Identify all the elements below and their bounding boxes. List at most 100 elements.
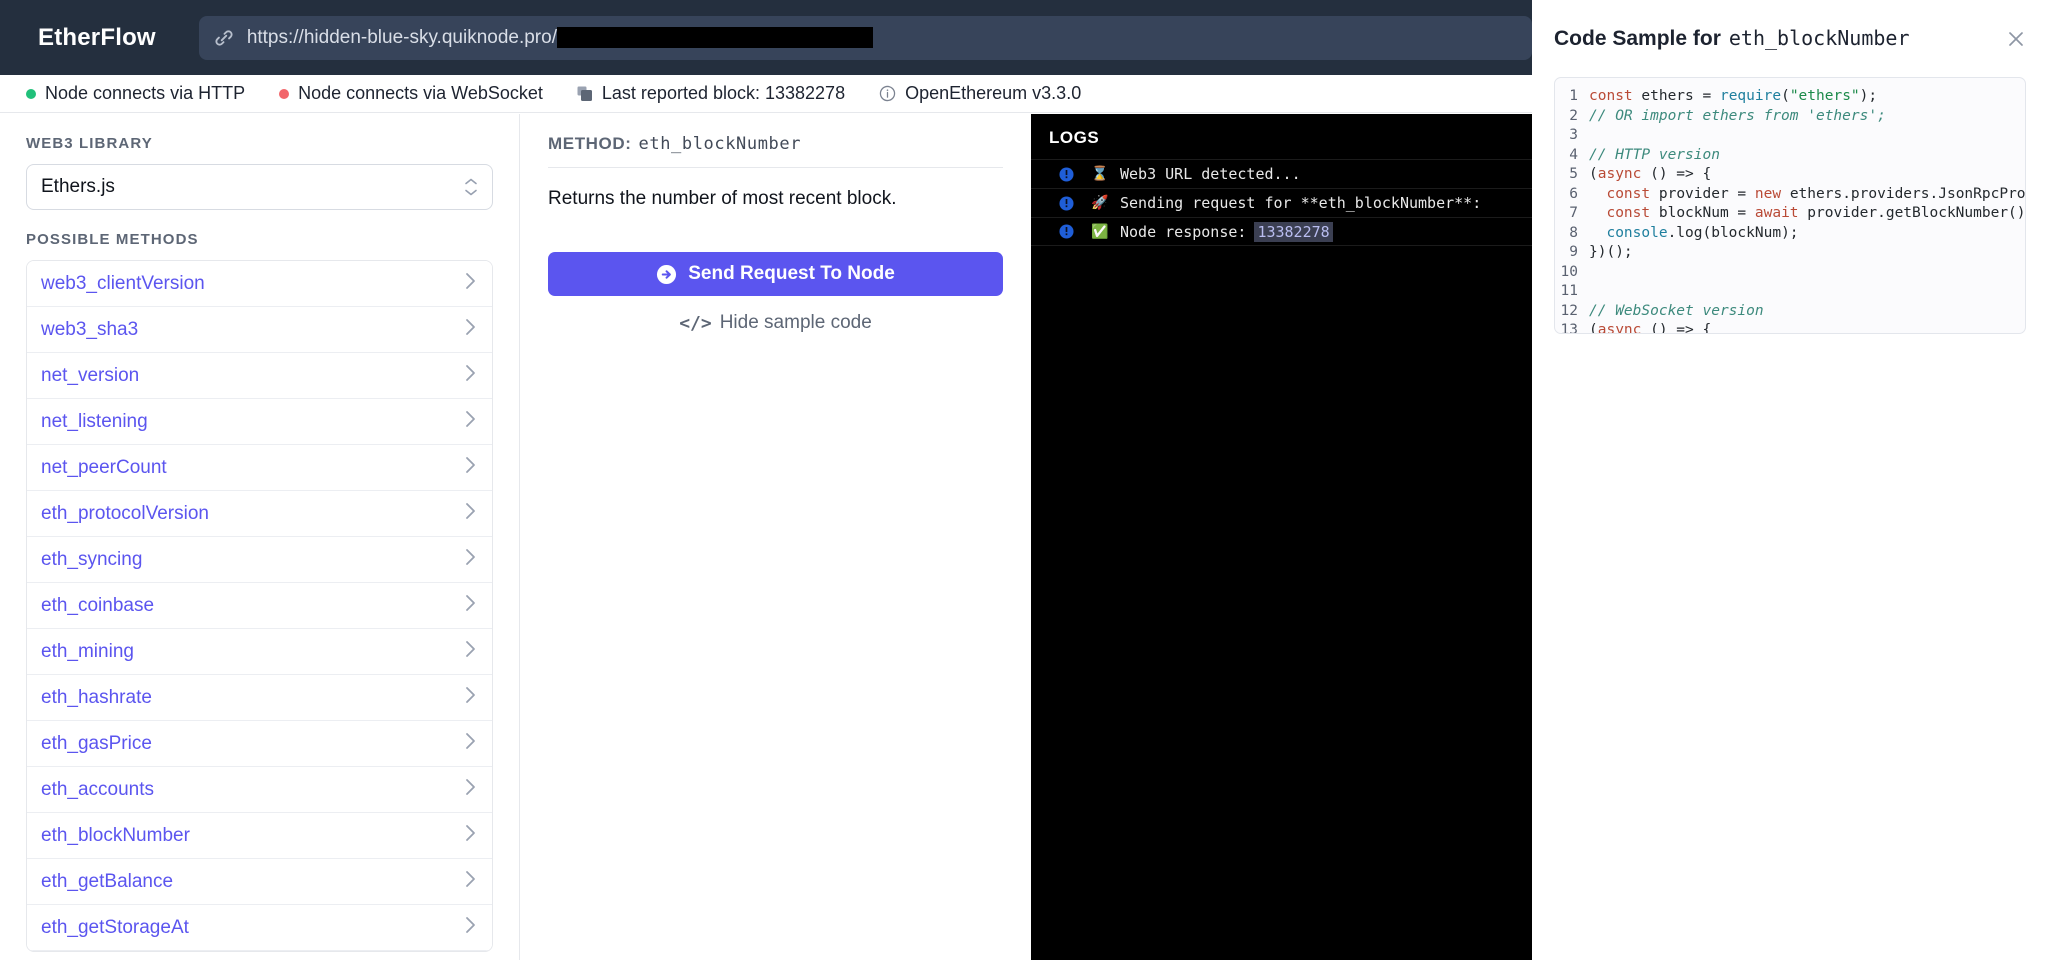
code-line: 11: [1555, 282, 2025, 302]
method-row[interactable]: eth_mining: [27, 629, 492, 675]
log-level-info-icon: [1059, 166, 1074, 182]
method-description: Returns the number of most recent block.: [548, 188, 897, 209]
chevron-right-icon: [465, 732, 476, 755]
app-root: EtherFlow https://hidden-blue-sky.quikno…: [0, 0, 2048, 960]
logs-list: ⌛ Web3 URL detected... 🚀 Sending request fo…: [1031, 159, 1532, 246]
method-name-label: eth_blockNumber: [638, 134, 802, 154]
code-line: 10: [1555, 263, 2025, 283]
code-line-content: const provider = new ethers.providers.Js…: [1606, 185, 2025, 202]
code-sample-title: Code Sample for eth_blockNumber: [1554, 26, 1910, 51]
code-line: 3: [1555, 126, 2025, 146]
code-line: 6 const provider = new ethers.providers.…: [1555, 185, 2025, 205]
url-redaction: [556, 27, 873, 48]
web3-library-value: Ethers.js: [41, 176, 115, 197]
last-block-label: Last reported block: 13382278: [601, 83, 846, 103]
code-line-content: console.log(blockNum);: [1606, 224, 1799, 241]
method-row[interactable]: net_version: [27, 353, 492, 399]
chevron-right-icon: [465, 778, 476, 801]
method-row-label: net_peerCount: [41, 456, 167, 478]
methods-list: web3_clientVersion web3_sha3 net_versionne…: [26, 260, 493, 952]
method-row-label: eth_gasPrice: [41, 732, 152, 754]
possible-methods-label: POSSIBLE METHODS: [26, 231, 199, 248]
code-line-number: 6: [1569, 185, 1578, 202]
log-message: Sending request for **eth_blockNumber**:: [1120, 194, 1482, 212]
chevron-right-icon: [465, 686, 476, 709]
log-status-emoji: 🚀: [1091, 195, 1109, 211]
node-url-input[interactable]: https://hidden-blue-sky.quiknode.pro/: [198, 15, 1532, 60]
log-response-value: 13382278: [1254, 221, 1333, 242]
arrow-right-circle-icon: [656, 264, 677, 285]
send-request-button[interactable]: Send Request To Node: [548, 252, 1003, 296]
method-row[interactable]: eth_coinbase: [27, 583, 492, 629]
method-row[interactable]: eth_syncing: [27, 537, 492, 583]
code-line: 1 const ethers = require("ethers");: [1555, 87, 2025, 107]
close-icon[interactable]: [2006, 29, 2026, 49]
method-row[interactable]: net_peerCount: [27, 445, 492, 491]
status-client-version: OpenEthereum v3.3.0: [879, 83, 1081, 104]
sidebar: WEB3 LIBRARY Ethers.js POSSIBLE METHODS …: [0, 114, 520, 960]
code-line: 13 (async () => {: [1555, 321, 2025, 333]
log-level-info-icon: [1059, 224, 1074, 239]
log-status-emoji: ✅: [1091, 223, 1109, 240]
code-line-content: })();: [1589, 244, 1633, 260]
code-line-number: 12: [1560, 302, 1578, 319]
code-line: 2 // OR import ethers from 'ethers';: [1555, 107, 2025, 127]
logs-title: LOGS: [1049, 128, 1100, 147]
chevron-right-icon: [465, 916, 476, 939]
method-row[interactable]: eth_getBalance: [27, 859, 492, 905]
chevron-right-icon: [465, 410, 476, 433]
status-websocket: Node connects via WebSocket: [279, 83, 543, 104]
method-row[interactable]: eth_getStorageAt: [27, 905, 492, 951]
method-row[interactable]: eth_hashrate: [27, 675, 492, 721]
code-sample-header: Code Sample for eth_blockNumber: [1554, 0, 2026, 51]
status-last-block[interactable]: Last reported block: 13382278: [577, 83, 845, 104]
method-row-label: eth_getStorageAt: [41, 916, 189, 938]
code-line-number: 9: [1569, 244, 1578, 260]
method-row[interactable]: web3_sha3: [27, 307, 492, 353]
method-row[interactable]: eth_protocolVersion: [27, 491, 492, 537]
method-row-label: net_listening: [41, 410, 148, 432]
code-line-number: 5: [1569, 166, 1578, 182]
web3-library-select[interactable]: Ethers.js: [26, 164, 493, 210]
chevron-right-icon: [465, 548, 476, 571]
log-message: Web3 URL detected...: [1120, 165, 1301, 183]
code-sample-panel: Code Sample for eth_blockNumber 1 const e…: [1532, 0, 2048, 960]
method-row[interactable]: net_listening: [27, 399, 492, 445]
method-row-label: eth_accounts: [41, 778, 155, 800]
chevron-right-icon: [465, 824, 476, 847]
code-line-number: 1: [1569, 88, 1578, 104]
code-line: 7 const blockNum = await provider.getBlo…: [1555, 204, 2025, 224]
method-row-label: net_version: [41, 364, 140, 386]
method-row[interactable]: eth_blockNumber: [27, 813, 492, 859]
method-row-label: eth_protocolVersion: [41, 502, 209, 524]
code-brackets-icon: </>: [679, 312, 712, 334]
method-row-label: eth_hashrate: [41, 686, 152, 708]
method-row[interactable]: eth_gasPrice: [27, 721, 492, 767]
hide-sample-code-button[interactable]: </> Hide sample code: [548, 312, 1003, 334]
method-row[interactable]: web3_clientVersion: [27, 261, 492, 307]
copy-icon: [577, 86, 593, 102]
method-row-label: eth_coinbase: [41, 594, 155, 616]
top-bar: EtherFlow https://hidden-blue-sky.quikno…: [0, 0, 1532, 75]
code-line-number: 11: [1560, 283, 1578, 299]
code-line-number: 3: [1569, 127, 1578, 143]
method-row[interactable]: eth_accounts: [27, 767, 492, 813]
status-bar: Node connects via HTTP Node connects via…: [0, 75, 1532, 113]
code-line-content: const blockNum = await provider.getBlock…: [1606, 205, 2025, 221]
code-line-content: // WebSocket version: [1589, 302, 1764, 319]
chevron-right-icon: [465, 870, 476, 893]
logs-panel: LOGS ⌛ Web3 URL detected... 🚀 Sending reque…: [1031, 114, 1532, 960]
status-http-label: Node connects via HTTP: [45, 83, 246, 103]
code-line-content: const ethers = require("ethers");: [1589, 88, 1878, 104]
chevron-right-icon: [465, 502, 476, 525]
status-websocket-label: Node connects via WebSocket: [298, 83, 543, 103]
log-message: Node response:: [1120, 222, 1247, 241]
chevron-right-icon: [465, 272, 476, 295]
method-row-label: web3_clientVersion: [41, 272, 205, 294]
code-block[interactable]: 1 const ethers = require("ethers"); 2 // OR…: [1554, 77, 2026, 334]
chevron-updown-icon[interactable]: [464, 178, 478, 197]
web3-library-label: WEB3 LIBRARY: [26, 135, 153, 152]
code-line: 4 // HTTP version: [1555, 146, 2025, 166]
method-row-label: eth_syncing: [41, 548, 143, 570]
hide-sample-code-label: Hide sample code: [719, 312, 872, 333]
